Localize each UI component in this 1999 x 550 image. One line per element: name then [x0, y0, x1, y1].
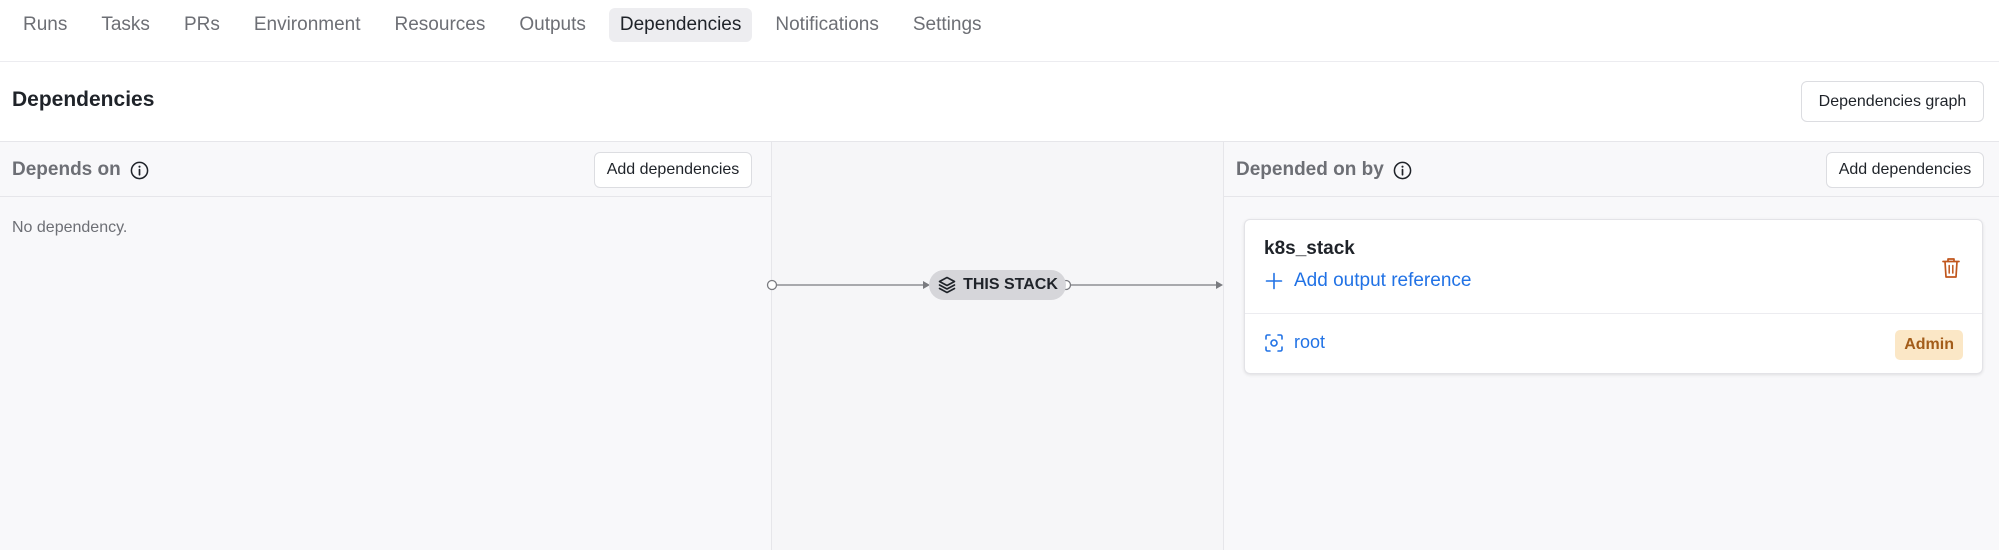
- page-title: Dependencies: [12, 88, 155, 111]
- tab-tasks[interactable]: Tasks: [90, 8, 161, 42]
- dependent-stack-card: k8s_stack Add output reference root Admi…: [1244, 219, 1983, 374]
- dependencies-graph-button[interactable]: Dependencies graph: [1801, 81, 1984, 122]
- space-name: root: [1294, 332, 1326, 352]
- stack-name-link[interactable]: k8s_stack: [1264, 238, 1355, 260]
- info-icon[interactable]: [1393, 161, 1412, 180]
- stack-layers-icon: [938, 276, 956, 294]
- tab-runs[interactable]: Runs: [12, 8, 78, 42]
- this-stack-label: THIS STACK: [963, 276, 1058, 293]
- depended-on-by-header: Depended on by Add dependencies: [1224, 142, 1999, 197]
- trash-icon[interactable]: [1940, 256, 1962, 280]
- stack-diagram-panel: [772, 142, 1223, 550]
- depends-on-title-group: Depends on: [12, 159, 149, 181]
- tab-dependencies[interactable]: Dependencies: [608, 8, 753, 42]
- role-badge: Admin: [1895, 330, 1963, 360]
- tab-environment[interactable]: Environment: [243, 8, 372, 42]
- depends-on-title: Depends on: [12, 159, 121, 180]
- tab-resources[interactable]: Resources: [384, 8, 497, 42]
- this-stack-node: THIS STACK: [929, 270, 1066, 300]
- tab-notifications[interactable]: Notifications: [764, 8, 890, 42]
- add-dependencies-button-right[interactable]: Add dependencies: [1826, 152, 1984, 188]
- card-header: k8s_stack Add output reference: [1245, 220, 1982, 314]
- info-icon[interactable]: [130, 161, 149, 180]
- space-link[interactable]: root: [1264, 332, 1325, 353]
- tab-prs[interactable]: PRs: [173, 8, 231, 42]
- space-icon: [1265, 333, 1283, 352]
- depends-on-panel: Depends on Add dependencies No dependenc…: [0, 142, 772, 550]
- add-output-reference-button[interactable]: Add output reference: [1264, 270, 1471, 292]
- add-dependencies-button-left[interactable]: Add dependencies: [594, 152, 752, 188]
- no-dependency-text: No dependency.: [12, 219, 128, 236]
- add-output-reference-label: Add output reference: [1294, 270, 1472, 291]
- plus-icon: [1265, 272, 1283, 290]
- tab-outputs[interactable]: Outputs: [508, 8, 597, 42]
- depends-on-header: Depends on Add dependencies: [0, 142, 771, 197]
- page-header: Dependencies Dependencies graph: [0, 62, 1999, 142]
- tab-bar: Runs Tasks PRs Environment Resources Out…: [0, 0, 1999, 62]
- depended-on-by-title-group: Depended on by: [1236, 159, 1412, 181]
- tab-settings[interactable]: Settings: [902, 8, 993, 42]
- depended-on-by-title: Depended on by: [1236, 159, 1384, 180]
